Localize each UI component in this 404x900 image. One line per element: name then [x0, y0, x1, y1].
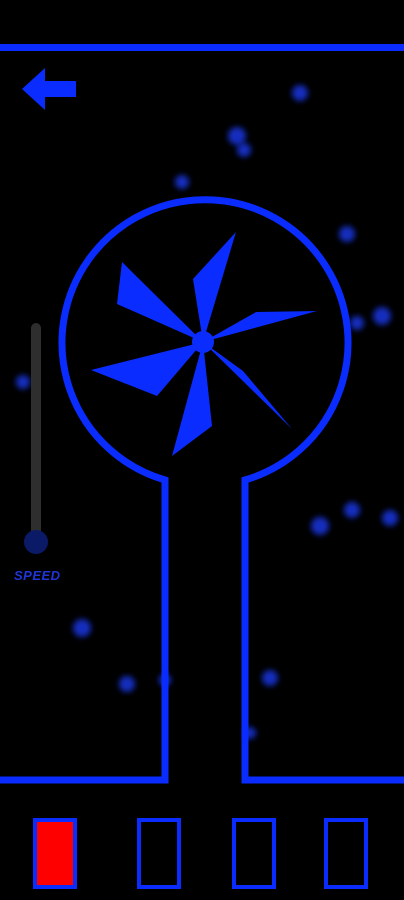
slot-row: [33, 818, 368, 889]
particle: [237, 143, 251, 157]
speed-label: SPEED: [14, 568, 61, 583]
speed-slider-track[interactable]: [31, 323, 41, 542]
particle: [292, 85, 308, 101]
particle: [228, 127, 246, 145]
particle: [175, 175, 189, 189]
game-screen: SPEED: [0, 0, 404, 900]
speed-slider-knob[interactable]: [24, 530, 48, 554]
slot-1[interactable]: [33, 818, 77, 889]
particle: [16, 375, 30, 389]
particle: [119, 676, 135, 692]
back-arrow-icon[interactable]: [22, 68, 76, 110]
particle: [373, 307, 391, 325]
particle: [382, 510, 398, 526]
slot-4[interactable]: [324, 818, 368, 889]
speed-slider[interactable]: [24, 323, 48, 554]
particle: [73, 619, 91, 637]
slot-3[interactable]: [232, 818, 276, 889]
game-scene: [0, 44, 404, 889]
particle: [262, 670, 278, 686]
slot-2[interactable]: [137, 818, 181, 889]
particle: [339, 226, 355, 242]
top-border: [0, 44, 404, 51]
particle: [350, 316, 364, 330]
particle: [311, 517, 329, 535]
pinwheel-fan-icon[interactable]: [91, 232, 317, 456]
particle: [344, 502, 360, 518]
